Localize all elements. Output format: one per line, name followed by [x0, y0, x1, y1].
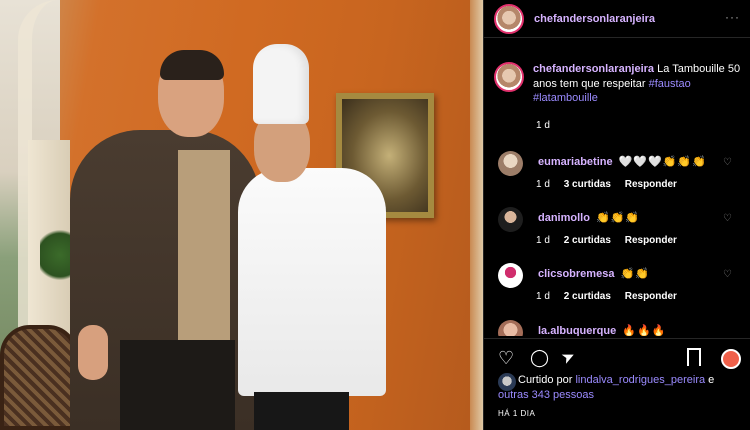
caption-avatar[interactable] [494, 62, 524, 92]
post-sidebar: chefandersonlaranjeira ··· chefandersonl… [483, 0, 750, 430]
chef-hat [253, 44, 309, 124]
post-photo[interactable] [0, 0, 483, 430]
comment-avatar[interactable] [498, 263, 523, 288]
caption-text: chefandersonlaranjeira La Tambouille 50 … [533, 62, 741, 106]
hashtag-latambouille[interactable]: #latambouille [533, 92, 598, 104]
wicker-chair [0, 325, 78, 430]
post-time-ago: HÁ 1 DIA [498, 409, 536, 418]
comment-username[interactable]: eumariabetine 🤍🤍🤍👏👏👏 [538, 155, 707, 168]
comment-avatar[interactable] [498, 320, 523, 336]
caption-time: 1 d [536, 119, 550, 131]
comment-text: 🔥🔥🔥 [622, 325, 667, 336]
reply-button[interactable]: Responder [625, 235, 677, 246]
author-username[interactable]: chefandersonlaranjeira [534, 13, 655, 25]
comment-avatar[interactable] [498, 207, 523, 232]
comment-text: 👏👏👏 [595, 212, 641, 224]
chef-pants [254, 392, 349, 430]
comment-avatar[interactable] [498, 151, 523, 176]
comment-item: clicsobremesa 👏👏 1 d 2 curtidas Responder… [498, 263, 738, 313]
chef-coat [238, 168, 386, 396]
comment-username[interactable]: la.albuquerque 🔥🔥🔥 [538, 324, 666, 336]
comment-time: 1 d [536, 179, 550, 190]
likes-others[interactable]: outras 343 pessoas [498, 389, 594, 401]
author-avatar[interactable] [494, 3, 524, 34]
comment-time: 1 d [536, 291, 550, 302]
reply-button[interactable]: Responder [625, 179, 677, 190]
man-hand [78, 325, 108, 380]
bookmark-icon[interactable] [687, 348, 701, 372]
likes-prefix: Curtido por [518, 374, 576, 386]
likes-summary: Curtido por lindalva_rodrigues_pereira e… [498, 373, 743, 403]
comment-bubble-icon[interactable]: ◯ [530, 349, 549, 367]
comment-likes[interactable]: 3 curtidas [564, 179, 611, 190]
comment-like-icon[interactable]: ♡ [723, 213, 732, 224]
comment-like-icon[interactable]: ♡ [723, 157, 732, 168]
notification-badge-icon[interactable] [721, 349, 741, 369]
man-pants [120, 340, 235, 430]
man-hair [160, 50, 224, 80]
caption-username[interactable]: chefandersonlaranjeira [533, 63, 654, 75]
comment-username[interactable]: danimollo 👏👏👏 [538, 211, 640, 224]
comment-meta: 1 d 2 curtidas Responder [536, 291, 688, 302]
comments-list[interactable]: chefandersonlaranjeira La Tambouille 50 … [484, 58, 750, 336]
comment-username[interactable]: clicsobremesa 👏👏 [538, 267, 650, 280]
man-shirt [178, 150, 230, 350]
wall-edge [470, 0, 483, 430]
more-options-icon[interactable]: ··· [725, 10, 740, 24]
comment-time: 1 d [536, 235, 550, 246]
reply-button[interactable]: Responder [625, 291, 677, 302]
comment-text: 👏👏 [620, 268, 650, 280]
comment-likes[interactable]: 2 curtidas [564, 235, 611, 246]
likes-mid: e [705, 374, 715, 386]
comment-likes[interactable]: 2 curtidas [564, 291, 611, 302]
liker-username[interactable]: lindalva_rodrigues_pereira [575, 374, 705, 386]
comment-item: eumariabetine 🤍🤍🤍👏👏👏 1 d 3 curtidas Respo… [498, 151, 738, 201]
share-icon[interactable]: ➤ [559, 347, 579, 369]
post-caption: chefandersonlaranjeira La Tambouille 50 … [484, 58, 750, 106]
post-actions: ♡ ◯ ➤ [484, 338, 750, 378]
comment-like-icon[interactable]: ♡ [723, 269, 732, 280]
post-header: chefandersonlaranjeira ··· [484, 0, 750, 38]
comment-item: la.albuquerque 🔥🔥🔥 [498, 320, 738, 336]
comment-text: 🤍🤍🤍👏👏👏 [618, 156, 707, 168]
hashtag-faustao[interactable]: #faustao [649, 78, 691, 90]
liker-avatar[interactable] [498, 373, 516, 391]
comment-item: danimollo 👏👏👏 1 d 2 curtidas Responder ♡ [498, 207, 738, 257]
comment-meta: 1 d 3 curtidas Responder [536, 179, 688, 190]
like-heart-icon[interactable]: ♡ [498, 349, 514, 367]
comment-meta: 1 d 2 curtidas Responder [536, 235, 688, 246]
